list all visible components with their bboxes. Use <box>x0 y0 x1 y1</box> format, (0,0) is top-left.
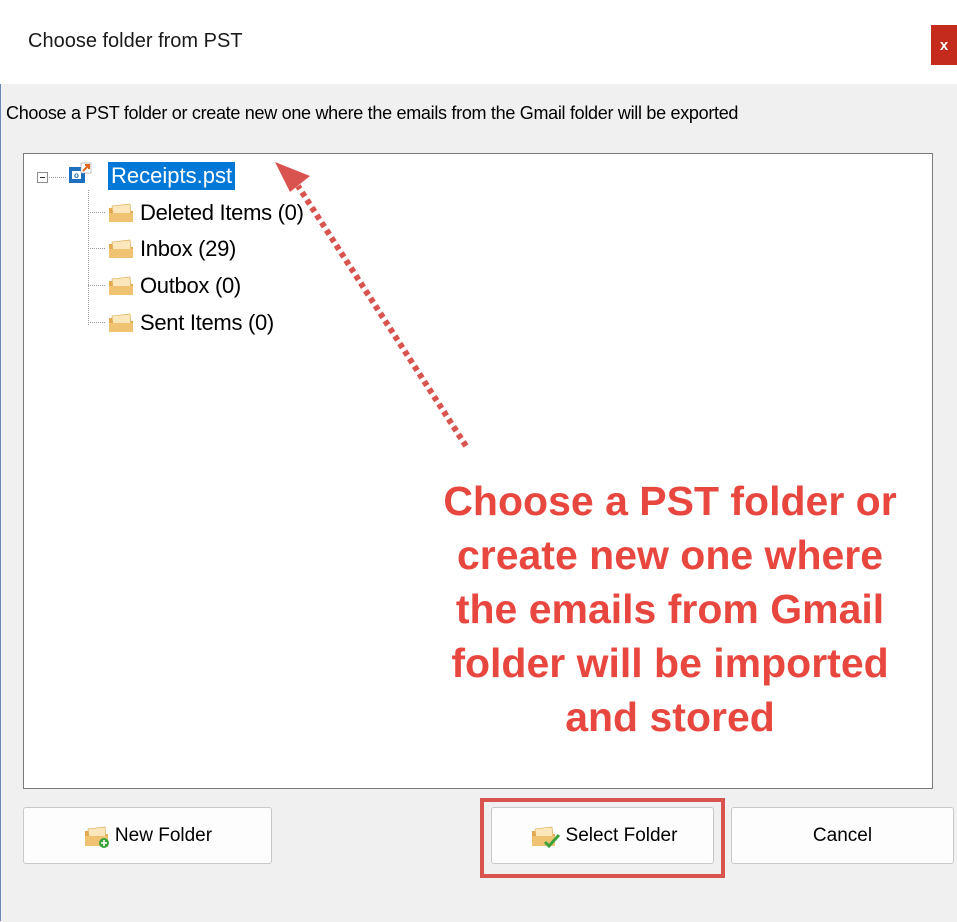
tree-item-label: Outbox (0) <box>140 273 241 298</box>
select-folder-icon <box>531 826 560 848</box>
tree-root-receipts-pst[interactable]: Receipts.pst <box>108 162 236 190</box>
folder-icon <box>109 313 133 332</box>
annotation-line: Choose a PST folder or <box>443 478 897 524</box>
folder-icon <box>109 239 133 258</box>
select-folder-button[interactable]: Select Folder <box>491 807 714 864</box>
folder-icon <box>109 203 133 222</box>
cancel-label: Cancel <box>812 824 873 846</box>
tree-item-sent-items[interactable]: Sent Items (0) <box>108 310 274 336</box>
folder-icon <box>109 276 133 295</box>
select-folder-label: Select Folder <box>565 824 678 846</box>
title-bar: Choose folder from PST x <box>0 0 957 84</box>
collapse-toggle[interactable] <box>37 172 48 183</box>
annotation-callout: Choose a PST folder or create new one wh… <box>385 474 955 744</box>
cancel-button[interactable]: Cancel <box>731 807 954 864</box>
pst-file-icon: o <box>69 162 92 183</box>
tree-item-inbox[interactable]: Inbox (29) <box>108 236 236 262</box>
annotation-line: and stored <box>565 694 775 740</box>
instruction-text: Choose a PST folder or create new one wh… <box>6 103 739 123</box>
tree-item-label: Deleted Items (0) <box>140 200 304 225</box>
close-button[interactable]: x <box>931 25 957 65</box>
new-folder-button[interactable]: New Folder <box>23 807 272 864</box>
tree-item-label: Inbox (29) <box>140 236 237 261</box>
annotation-line: the emails from Gmail <box>455 586 885 632</box>
new-folder-label: New Folder <box>114 824 213 846</box>
new-folder-icon <box>84 826 109 848</box>
svg-text:o: o <box>74 171 79 180</box>
annotation-line: create new one where <box>456 532 884 578</box>
window-title: Choose folder from PST <box>28 30 243 52</box>
tree-item-label: Sent Items (0) <box>140 310 274 335</box>
tree-item-deleted-items[interactable]: Deleted Items (0) <box>108 200 304 226</box>
tree-item-outbox[interactable]: Outbox (0) <box>108 273 241 299</box>
annotation-line: folder will be imported <box>451 640 889 686</box>
